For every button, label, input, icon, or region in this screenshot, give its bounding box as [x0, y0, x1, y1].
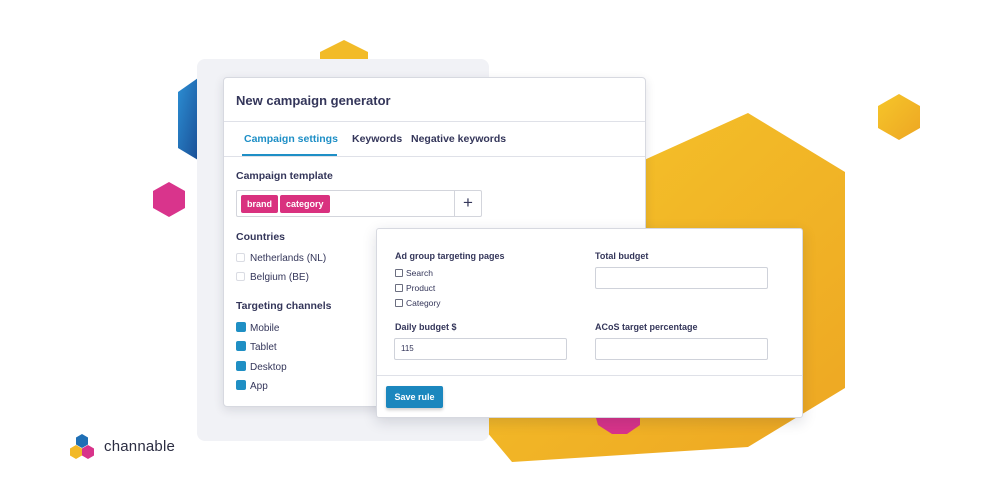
- checked-checkbox-icon[interactable]: [236, 380, 246, 390]
- tab-keywords[interactable]: Keywords: [352, 133, 402, 145]
- right-yellow-hexagon: [878, 94, 920, 140]
- acos-target-label: ACoS target percentage: [595, 322, 698, 332]
- country-label: Netherlands (NL): [250, 253, 327, 264]
- country-label: Belgium (BE): [250, 272, 309, 283]
- targeting-option-search[interactable]: Search: [395, 268, 433, 278]
- channel-item-mobile[interactable]: Mobile: [236, 322, 279, 334]
- plus-icon[interactable]: +: [454, 191, 481, 216]
- channable-logo: channable: [70, 433, 190, 463]
- tag-category[interactable]: category: [280, 195, 330, 213]
- tab-negative-keywords[interactable]: Negative keywords: [411, 133, 506, 145]
- country-item-be[interactable]: Belgium (BE): [236, 272, 309, 283]
- brand-name: channable: [104, 438, 176, 455]
- title-divider: [224, 121, 645, 122]
- rule-divider: [377, 375, 802, 376]
- channable-logo-icon: [70, 434, 94, 459]
- checkbox-icon[interactable]: [395, 299, 403, 307]
- targeting-pages-label: Ad group targeting pages: [395, 251, 505, 261]
- total-budget-label: Total budget: [595, 251, 649, 261]
- tab-campaign-settings[interactable]: Campaign settings: [244, 133, 338, 145]
- acos-target-input[interactable]: [595, 338, 768, 360]
- checked-checkbox-icon[interactable]: [236, 322, 246, 332]
- checked-checkbox-icon[interactable]: [236, 341, 246, 351]
- save-rule-button[interactable]: Save rule: [386, 386, 443, 408]
- channel-label: Desktop: [250, 362, 287, 373]
- channel-label: Tablet: [250, 342, 277, 353]
- campaign-template-label: Campaign template: [236, 170, 333, 182]
- option-label: Category: [406, 298, 441, 308]
- countries-label: Countries: [236, 231, 286, 243]
- targeting-option-category[interactable]: Category: [395, 298, 441, 308]
- left-blue-hexagon: [178, 78, 198, 160]
- targeting-option-product[interactable]: Product: [395, 283, 435, 293]
- channel-label: Mobile: [250, 323, 280, 334]
- checkbox-icon[interactable]: [236, 272, 245, 281]
- daily-budget-label: Daily budget $: [395, 322, 457, 332]
- panel-title: New campaign generator: [236, 93, 391, 108]
- channel-label: App: [250, 381, 268, 392]
- tag-brand[interactable]: brand: [241, 195, 279, 213]
- rule-panel: Ad group targeting pages Search Product …: [376, 228, 803, 418]
- targeting-channels-label: Targeting channels: [236, 300, 332, 312]
- option-label: Search: [406, 268, 433, 278]
- channel-item-desktop[interactable]: Desktop: [236, 361, 287, 373]
- channel-item-app[interactable]: App: [236, 380, 268, 392]
- checkbox-icon[interactable]: [395, 269, 403, 277]
- total-budget-input[interactable]: [595, 267, 768, 289]
- campaign-template-input[interactable]: brand category +: [236, 190, 482, 217]
- checked-checkbox-icon[interactable]: [236, 361, 246, 371]
- tabs-divider: [224, 156, 645, 157]
- daily-budget-input[interactable]: 115: [394, 338, 567, 360]
- checkbox-icon[interactable]: [236, 253, 245, 262]
- channel-item-tablet[interactable]: Tablet: [236, 341, 277, 353]
- option-label: Product: [406, 283, 436, 293]
- country-item-nl[interactable]: Netherlands (NL): [236, 253, 326, 264]
- left-pink-hexagon: [153, 182, 185, 217]
- checkbox-icon[interactable]: [395, 284, 403, 292]
